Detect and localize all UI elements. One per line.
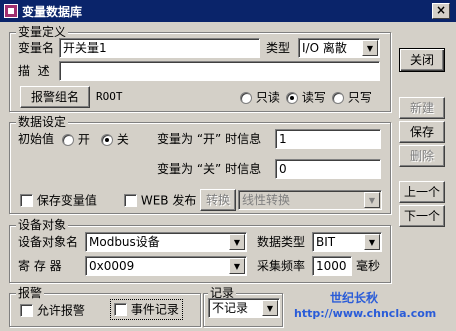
access-readonly-radio[interactable]: 只读 bbox=[240, 89, 280, 106]
on-msg-label: 变量为 “开” 时信息 bbox=[157, 132, 262, 146]
delete-button[interactable]: 删除 bbox=[399, 145, 445, 167]
prev-button[interactable]: 上一个 bbox=[399, 181, 445, 203]
data-type-label: 数据类型 bbox=[257, 235, 306, 249]
off-msg-input[interactable]: 0 bbox=[275, 159, 381, 179]
register-select[interactable]: 0x0009 ▼ bbox=[85, 256, 247, 276]
alarm-group-button[interactable]: 报警组名 bbox=[20, 86, 90, 108]
checkbox-indicator bbox=[114, 303, 127, 316]
watermark-title: 世纪长秋 bbox=[330, 291, 379, 305]
type-label: 类型 bbox=[266, 41, 291, 55]
convert-select[interactable]: 线性转换 ▼ bbox=[238, 190, 382, 210]
radio-indicator bbox=[286, 91, 298, 104]
device-object-label: 设备对象名 bbox=[18, 235, 79, 249]
init-off-radio[interactable]: 关 bbox=[101, 131, 129, 148]
app-icon bbox=[4, 4, 18, 18]
init-value-label: 初始值 bbox=[18, 132, 55, 146]
checkbox-indicator bbox=[124, 194, 137, 207]
dropdown-arrow-icon[interactable]: ▼ bbox=[362, 40, 378, 56]
next-button[interactable]: 下一个 bbox=[399, 205, 445, 227]
off-msg-label: 变量为 “关” 时信息 bbox=[157, 162, 262, 176]
checkbox-indicator bbox=[20, 194, 33, 207]
dropdown-arrow-icon[interactable]: ▼ bbox=[364, 234, 380, 250]
var-def-group-title: 变量定义 bbox=[16, 25, 69, 39]
data-setting-group-title: 数据设定 bbox=[16, 115, 69, 129]
data-type-select[interactable]: BIT ▼ bbox=[312, 232, 382, 252]
device-object-value: Modbus设备 bbox=[89, 235, 160, 249]
new-button[interactable]: 新建 bbox=[399, 97, 445, 119]
sample-freq-label: 采集频率 bbox=[257, 259, 306, 273]
desc-label: 描 述 bbox=[18, 64, 50, 78]
access-writeonly-radio[interactable]: 只写 bbox=[332, 89, 372, 106]
init-on-radio[interactable]: 开 bbox=[62, 131, 90, 148]
checkbox-indicator bbox=[20, 304, 33, 317]
save-value-checkbox[interactable]: 保存变量值 bbox=[20, 192, 97, 209]
radio-indicator bbox=[332, 91, 344, 104]
dropdown-arrow-icon[interactable]: ▼ bbox=[364, 192, 380, 208]
convert-button[interactable]: 转换 bbox=[200, 189, 236, 211]
radio-indicator bbox=[101, 133, 113, 146]
radio-indicator bbox=[62, 133, 74, 146]
device-group-title: 设备对象 bbox=[16, 218, 69, 232]
on-msg-input[interactable]: 1 bbox=[275, 129, 381, 149]
access-readwrite-radio[interactable]: 读写 bbox=[286, 89, 326, 106]
var-name-label: 变量名 bbox=[18, 41, 55, 55]
radio-indicator bbox=[240, 91, 252, 104]
window-title: 变量数据库 bbox=[22, 5, 83, 19]
event-record-checkbox[interactable]: 事件记录 bbox=[110, 299, 183, 320]
var-name-input[interactable]: 开关量1 bbox=[59, 38, 260, 58]
sample-freq-unit: 毫秒 bbox=[356, 259, 381, 273]
data-type-value: BIT bbox=[316, 235, 336, 249]
convert-value: 线性转换 bbox=[242, 193, 291, 207]
type-value: I/O 离散 bbox=[302, 41, 347, 55]
dropdown-arrow-icon[interactable]: ▼ bbox=[229, 258, 245, 274]
watermark-url: http://www.chncla.com bbox=[294, 307, 437, 320]
allow-alarm-checkbox[interactable]: 允许报警 bbox=[20, 302, 85, 319]
register-label: 寄 存 器 bbox=[18, 259, 62, 273]
close-button[interactable]: 关闭 bbox=[399, 48, 445, 72]
dropdown-arrow-icon[interactable]: ▼ bbox=[262, 300, 278, 316]
type-select[interactable]: I/O 离散 ▼ bbox=[298, 38, 380, 58]
register-value: 0x0009 bbox=[89, 259, 135, 273]
record-value: 不记录 bbox=[212, 301, 249, 315]
desc-input[interactable] bbox=[59, 61, 380, 81]
record-select[interactable]: 不记录 ▼ bbox=[208, 298, 280, 318]
sample-freq-input[interactable]: 1000 bbox=[312, 256, 352, 276]
web-publish-checkbox[interactable]: WEB 发布 bbox=[124, 192, 196, 209]
save-button[interactable]: 保存 bbox=[399, 121, 445, 143]
dropdown-arrow-icon[interactable]: ▼ bbox=[229, 234, 245, 250]
alarm-group-title: 报警 bbox=[16, 286, 45, 300]
alarm-group-value: ROOT bbox=[96, 90, 123, 103]
title-bar: 变量数据库 × bbox=[0, 0, 456, 22]
device-object-select[interactable]: Modbus设备 ▼ bbox=[85, 232, 247, 252]
window-close-button[interactable]: × bbox=[432, 3, 450, 19]
